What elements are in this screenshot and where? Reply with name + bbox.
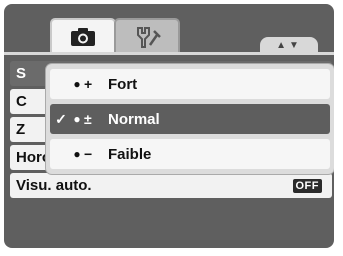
check-icon: ✓ [55,110,67,127]
off-badge: OFF [292,178,322,193]
drop-icon: ● [73,77,81,91]
sign-minus: − [84,146,93,162]
tab-divider [4,52,334,55]
menu-row-label: C [16,93,27,110]
menu-row-label: Z [16,121,26,138]
menu-row-visu-auto[interactable]: Visu. auto. OFF [10,173,332,198]
drop-icon: ● [73,112,81,126]
tab-camera[interactable] [50,18,116,54]
option-normal[interactable]: ✓ ● ± Normal [50,104,330,134]
menu-row-label: S [16,65,27,82]
option-label: Fort [108,75,138,93]
camera-menu-screen: ▲▼ S C Z Horodateur Visu. auto. OFF ● + … [4,4,334,248]
sharpness-popup: ● + Fort ✓ ● ± Normal ● − Faible [46,64,334,174]
option-label: Faible [108,145,152,163]
option-fort[interactable]: ● + Fort [50,69,330,99]
sign-plusminus: ± [84,111,92,127]
option-faible[interactable]: ● − Faible [50,139,330,169]
option-label: Normal [108,110,160,128]
menu-row-label: Visu. auto. [16,177,92,194]
drop-icon: ● [73,147,81,161]
tools-icon [132,25,162,49]
sign-plus: + [84,76,93,92]
tab-setup[interactable] [114,18,180,54]
camera-icon [70,27,96,47]
